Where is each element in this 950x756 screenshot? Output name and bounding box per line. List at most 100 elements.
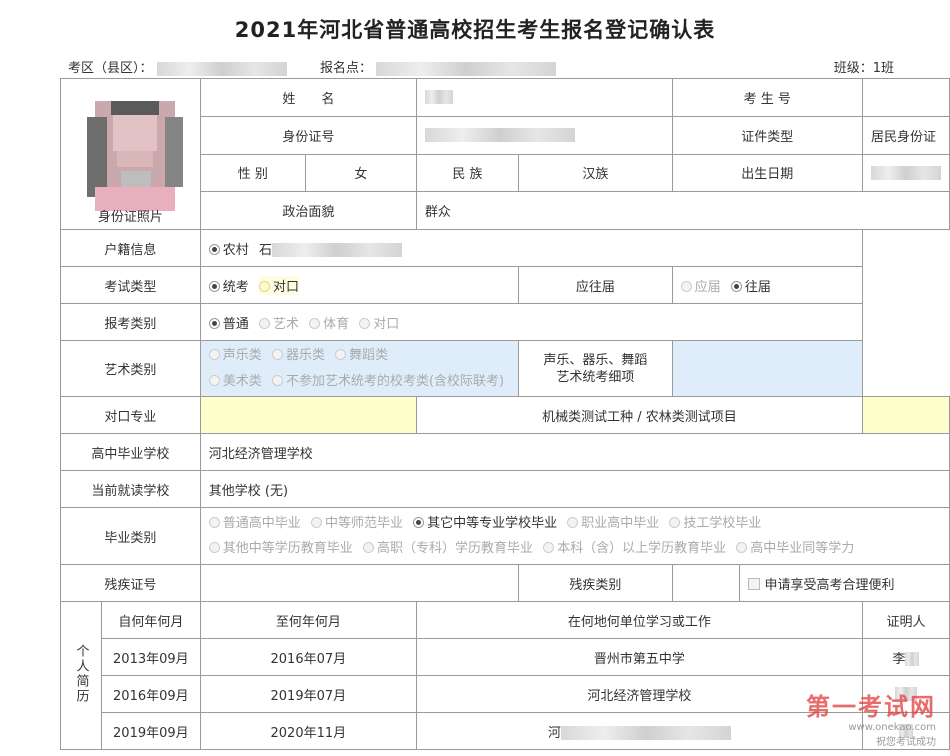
grad-type-higher-vocational[interactable]: 高职（专科）学历教育毕业 — [362, 536, 533, 561]
category-art[interactable]: 艺术 — [258, 313, 299, 332]
art-dance-radio[interactable] — [335, 348, 347, 360]
category-vocational-radio[interactable] — [359, 317, 371, 329]
category-general[interactable]: 普通 — [208, 313, 249, 332]
art-fine-arts[interactable]: 美术类 — [208, 369, 262, 395]
id-photo: 身份证照片 — [65, 80, 195, 229]
ethnicity-label: 民 族 — [415, 153, 520, 193]
site-redacted — [376, 61, 557, 76]
resume-header-witness: 证明人 — [861, 601, 950, 639]
art-dance[interactable]: 舞蹈类 — [335, 343, 388, 369]
grad-current-label: 应届 — [694, 279, 721, 295]
art-instrument-radio[interactable] — [271, 348, 283, 360]
art-instrument-label: 器乐类 — [285, 347, 325, 363]
art-vocal[interactable]: 声乐类 — [208, 343, 262, 369]
resume-from: 2013年09月 — [100, 638, 201, 676]
grad-previous[interactable]: 往届 — [730, 276, 771, 295]
grad-type-general-hs-radio[interactable] — [208, 517, 220, 528]
hukou-rural-radio[interactable] — [208, 243, 220, 255]
site-label: 报名点： — [320, 61, 373, 76]
grad-type-bachelor-label: 本科（含）以上学历教育毕业 — [557, 541, 727, 556]
grad-previous-radio[interactable] — [730, 280, 742, 292]
hs-school-value: 河北经济管理学校 — [199, 433, 950, 471]
art-fine-arts-radio[interactable] — [208, 374, 220, 386]
vocational-major-value[interactable] — [199, 396, 417, 434]
grad-type-vocational-hs-label: 职业高中毕业 — [581, 516, 660, 531]
exam-type-unified-radio[interactable] — [208, 280, 220, 292]
grad-previous-label: 往届 — [744, 279, 771, 295]
resume-to: 2016年07月 — [199, 638, 417, 676]
grad-type-equivalent[interactable]: 高中毕业同等学力 — [736, 536, 854, 561]
category-sports-radio[interactable] — [309, 317, 321, 329]
category-general-radio[interactable] — [208, 317, 220, 329]
disability-cert-value[interactable] — [199, 564, 520, 602]
grad-type-bachelor-radio[interactable] — [543, 542, 555, 553]
category-sports-label: 体育 — [323, 316, 350, 332]
grad-type-higher-vocational-radio[interactable] — [362, 542, 374, 553]
vocational-test-value[interactable] — [861, 396, 950, 434]
grad-type-other-vocational[interactable]: 其它中等专业学校毕业 — [413, 511, 557, 536]
art-school-exam[interactable]: 不参加艺术统考的校考类(含校际联考) — [271, 369, 505, 395]
disability-type-value[interactable] — [671, 564, 741, 602]
category-label: 报考类别 — [60, 303, 201, 341]
grad-type-other-secondary[interactable]: 其他中等学历教育毕业 — [208, 536, 353, 561]
resume-header-place: 在何地何单位学习或工作 — [415, 601, 863, 639]
watermark-slogan: 祝您考试成功 — [876, 737, 936, 748]
resume-from: 2019年09月 — [100, 712, 201, 750]
disability-cert-label: 残疾证号 — [60, 564, 201, 602]
exam-type-vocational-radio[interactable] — [258, 280, 270, 292]
art-vocal-label: 声乐类 — [222, 347, 262, 363]
disability-apply-label: 申请享受高考合理便利 — [764, 577, 895, 593]
art-detail-label: 声乐、器乐、舞蹈 艺术统考细项 — [518, 340, 673, 397]
class-field: 班级：1班 — [834, 57, 894, 76]
class-value: 1班 — [872, 61, 894, 76]
exam-type-vocational[interactable]: 对口 — [258, 275, 299, 295]
exam-no-value — [861, 78, 950, 117]
disability-apply-checkbox[interactable] — [748, 577, 761, 590]
disability-apply-cell: 申请享受高考合理便利 — [739, 564, 950, 602]
cert-type-label: 证件类型 — [671, 115, 863, 155]
art-instrument[interactable]: 器乐类 — [271, 343, 325, 369]
grad-current-radio[interactable] — [680, 280, 692, 292]
category-art-radio[interactable] — [258, 317, 270, 329]
art-detail-value[interactable] — [671, 340, 863, 397]
grad-type-general-hs-label: 普通高中毕业 — [222, 516, 301, 531]
hukou-address-redacted — [271, 243, 402, 257]
grad-type-technical-radio[interactable] — [669, 517, 681, 528]
exam-no-label: 考 生 号 — [671, 78, 863, 117]
grad-type-vocational-hs[interactable]: 职业高中毕业 — [567, 511, 659, 536]
watermark-logo: 第一考试网 www.onekao.com 祝您考试成功 — [806, 687, 936, 748]
exam-type-unified[interactable]: 统考 — [208, 276, 249, 295]
grad-type-higher-vocational-label: 高职（专科）学历教育毕业 — [376, 541, 533, 556]
art-vocal-radio[interactable] — [208, 348, 220, 360]
resume-place: 晋州市第五中学 — [415, 638, 863, 676]
grad-type-general-hs[interactable]: 普通高中毕业 — [208, 511, 301, 536]
current-school-value: 其他学校 (无) — [199, 470, 950, 508]
hukou-address: 石 — [258, 242, 272, 258]
category-sports[interactable]: 体育 — [309, 313, 349, 332]
hukou-label: 户籍信息 — [60, 229, 201, 267]
resume-witness-redacted — [905, 652, 920, 666]
id-number-label: 身份证号 — [199, 115, 417, 155]
disability-type-label: 残疾类别 — [518, 564, 673, 602]
category-vocational[interactable]: 对口 — [359, 313, 399, 332]
art-school-exam-radio[interactable] — [271, 374, 283, 386]
birth-date-label: 出生日期 — [671, 153, 863, 193]
grad-current[interactable]: 应届 — [680, 276, 721, 295]
hukou-cell: 农村 石 — [199, 229, 863, 267]
grad-type-other-secondary-radio[interactable] — [208, 542, 220, 553]
grad-type-label: 毕业类别 — [60, 507, 201, 565]
grad-type-technical-label: 技工学校毕业 — [683, 516, 762, 531]
grad-type-vocational-hs-radio[interactable] — [567, 517, 579, 528]
grad-type-technical[interactable]: 技工学校毕业 — [669, 511, 761, 536]
grad-type-other-vocational-radio[interactable] — [413, 517, 425, 528]
grad-status-options: 应届 往届 — [671, 266, 863, 304]
hukou-option-label: 农村 — [222, 242, 249, 258]
grad-type-normal[interactable]: 中等师范毕业 — [310, 511, 403, 536]
resume-header-from: 自何年何月 — [100, 601, 201, 639]
grad-type-equivalent-radio[interactable] — [736, 542, 748, 553]
current-school-label: 当前就读学校 — [60, 470, 201, 508]
grad-type-bachelor[interactable]: 本科（含）以上学历教育毕业 — [543, 536, 726, 561]
art-school-exam-label: 不参加艺术统考的校考类(含校际联考) — [285, 373, 505, 389]
grad-type-normal-radio[interactable] — [310, 517, 322, 528]
resume-place-redacted — [560, 726, 731, 740]
